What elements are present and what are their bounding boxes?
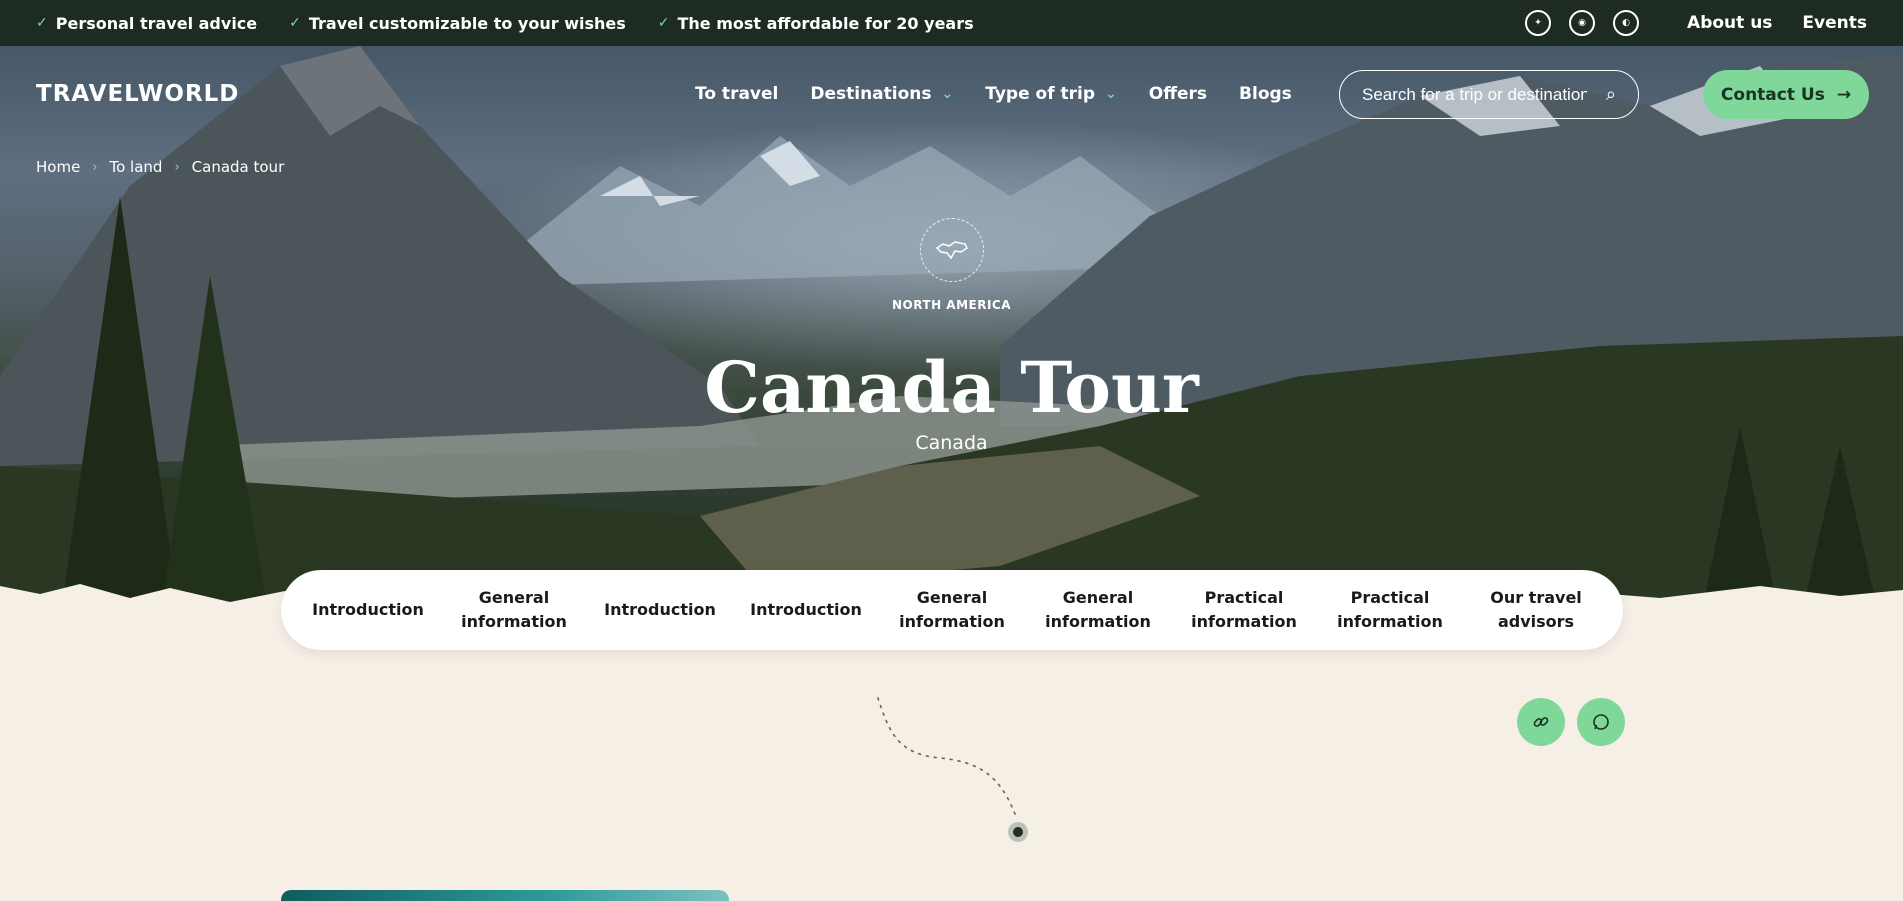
continent-map-icon bbox=[920, 218, 984, 282]
route-marker bbox=[1008, 822, 1028, 842]
logo[interactable]: TRAVELWORLD bbox=[36, 81, 239, 107]
nav-item-type-of-trip[interactable]: Type of trip ⌄ bbox=[985, 84, 1117, 104]
chevron-down-icon: ⌄ bbox=[941, 86, 954, 102]
chevron-down-icon: ⌄ bbox=[1105, 86, 1117, 102]
tab-practical-information[interactable]: Practical information bbox=[1174, 586, 1314, 634]
main-nav: To travel Destinations ⌄ Type of trip ⌄ Of… bbox=[695, 46, 1324, 142]
content-image bbox=[281, 890, 729, 901]
tab-practical-information[interactable]: Practical information bbox=[1320, 586, 1460, 634]
site-header: TRAVELWORLD To travel Destinations ⌄ Type… bbox=[0, 46, 1903, 142]
tab-introduction[interactable]: Introduction bbox=[736, 598, 876, 622]
breadcrumb-current: Canada tour bbox=[191, 158, 285, 176]
globe-icon: ◐ bbox=[1613, 10, 1640, 36]
breadcrumb-home[interactable]: Home bbox=[36, 158, 80, 176]
top-bar: ✓ Personal travel advice ✓ Travel customiz… bbox=[0, 0, 1903, 46]
breadcrumb: Home › To land › Canada tour bbox=[36, 158, 284, 176]
contact-us-button[interactable]: Contact Us → bbox=[1703, 70, 1869, 119]
copy-link-button[interactable] bbox=[1517, 698, 1565, 746]
search-box: ⌕ bbox=[1339, 70, 1639, 119]
about-us-link[interactable]: About us bbox=[1687, 13, 1772, 33]
whatsapp-icon bbox=[1593, 714, 1609, 730]
tab-our-travel-advisors[interactable]: Our travel advisors bbox=[1466, 586, 1606, 634]
dotted-route-line bbox=[877, 697, 1016, 815]
hero-section: TRAVELWORLD To travel Destinations ⌄ Type… bbox=[0, 46, 1903, 620]
tab-introduction[interactable]: Introduction bbox=[590, 598, 730, 622]
link-icon bbox=[1533, 717, 1549, 727]
region-label: NORTH AMERICA bbox=[891, 298, 1012, 312]
tab-general-information[interactable]: General information bbox=[1028, 586, 1168, 634]
usp-item: ✓ The most affordable for 20 years bbox=[657, 13, 974, 33]
page-subtitle: Canada bbox=[915, 432, 988, 454]
page-title: Canada Tour bbox=[704, 346, 1199, 429]
check-icon: ✓ bbox=[36, 15, 48, 31]
nav-item-offers[interactable]: Offers bbox=[1149, 84, 1207, 104]
nav-item-blogs[interactable]: Blogs bbox=[1239, 84, 1292, 104]
usp-item: ✓ Personal travel advice bbox=[36, 13, 258, 33]
award-badge-icon: ✦ bbox=[1525, 10, 1552, 36]
usp-item: ✓ Travel customizable to your wishes bbox=[289, 13, 626, 33]
tab-introduction[interactable]: Introduction bbox=[298, 598, 438, 622]
chevron-right-icon: › bbox=[92, 159, 98, 175]
search-icon[interactable]: ⌕ bbox=[1606, 84, 1616, 105]
search-input[interactable] bbox=[1362, 84, 1587, 105]
nav-item-to-travel[interactable]: To travel bbox=[695, 84, 778, 104]
breadcrumb-to-land[interactable]: To land bbox=[110, 158, 163, 176]
tab-general-information[interactable]: General information bbox=[882, 586, 1022, 634]
section-tabs: Introduction General information Introdu… bbox=[281, 570, 1623, 650]
check-icon: ✓ bbox=[657, 15, 670, 31]
chevron-right-icon: › bbox=[174, 159, 180, 175]
whatsapp-share-button[interactable] bbox=[1577, 698, 1625, 746]
check-icon: ✓ bbox=[289, 15, 301, 31]
tab-general-information[interactable]: General information bbox=[444, 586, 584, 634]
events-link[interactable]: Events bbox=[1802, 13, 1867, 33]
arrow-right-icon: → bbox=[1836, 84, 1852, 105]
globe-badge-icon: ◉ bbox=[1569, 10, 1596, 36]
nav-item-destinations[interactable]: Destinations ⌄ bbox=[810, 84, 953, 104]
